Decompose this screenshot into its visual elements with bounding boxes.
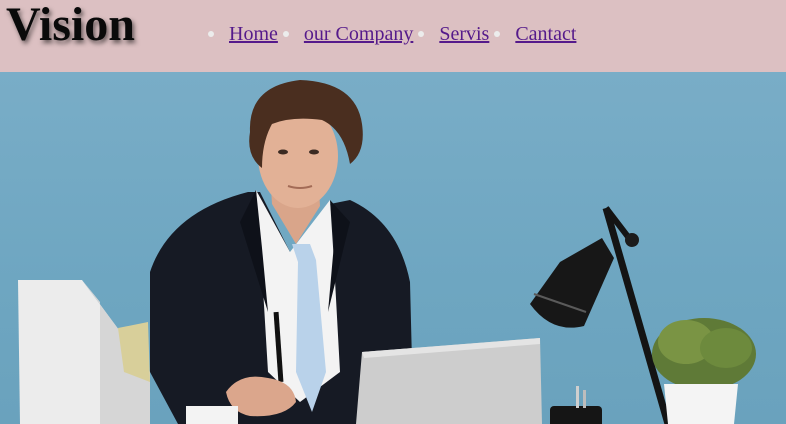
desk-lamp [530, 206, 672, 424]
nav-link-services[interactable]: Servis [439, 21, 489, 47]
bullet-icon [494, 31, 501, 37]
pen-cup [550, 386, 602, 424]
site-header: Vision Home our Company Servis Cantact [0, 0, 786, 72]
nav-item-contact: Cantact [489, 21, 576, 47]
laptop [356, 338, 542, 424]
hero-illustration [18, 80, 756, 424]
bullet-icon [282, 31, 289, 37]
nav-link-company[interactable]: our Company [304, 21, 413, 47]
nav-link-contact[interactable]: Cantact [515, 21, 576, 47]
bullet-icon [418, 31, 425, 37]
potted-plant [652, 318, 756, 424]
nav-link-home[interactable]: Home [229, 21, 278, 47]
hero-image [0, 72, 786, 424]
nav-item-home: Home [208, 21, 278, 47]
nav-item-services: Servis [413, 21, 489, 47]
nav-item-company: our Company [278, 21, 413, 47]
bullet-icon [208, 31, 214, 37]
main-nav: Home our Company Servis Cantact [208, 21, 576, 47]
file-box [18, 280, 150, 424]
site-logo: Vision [6, 0, 135, 51]
